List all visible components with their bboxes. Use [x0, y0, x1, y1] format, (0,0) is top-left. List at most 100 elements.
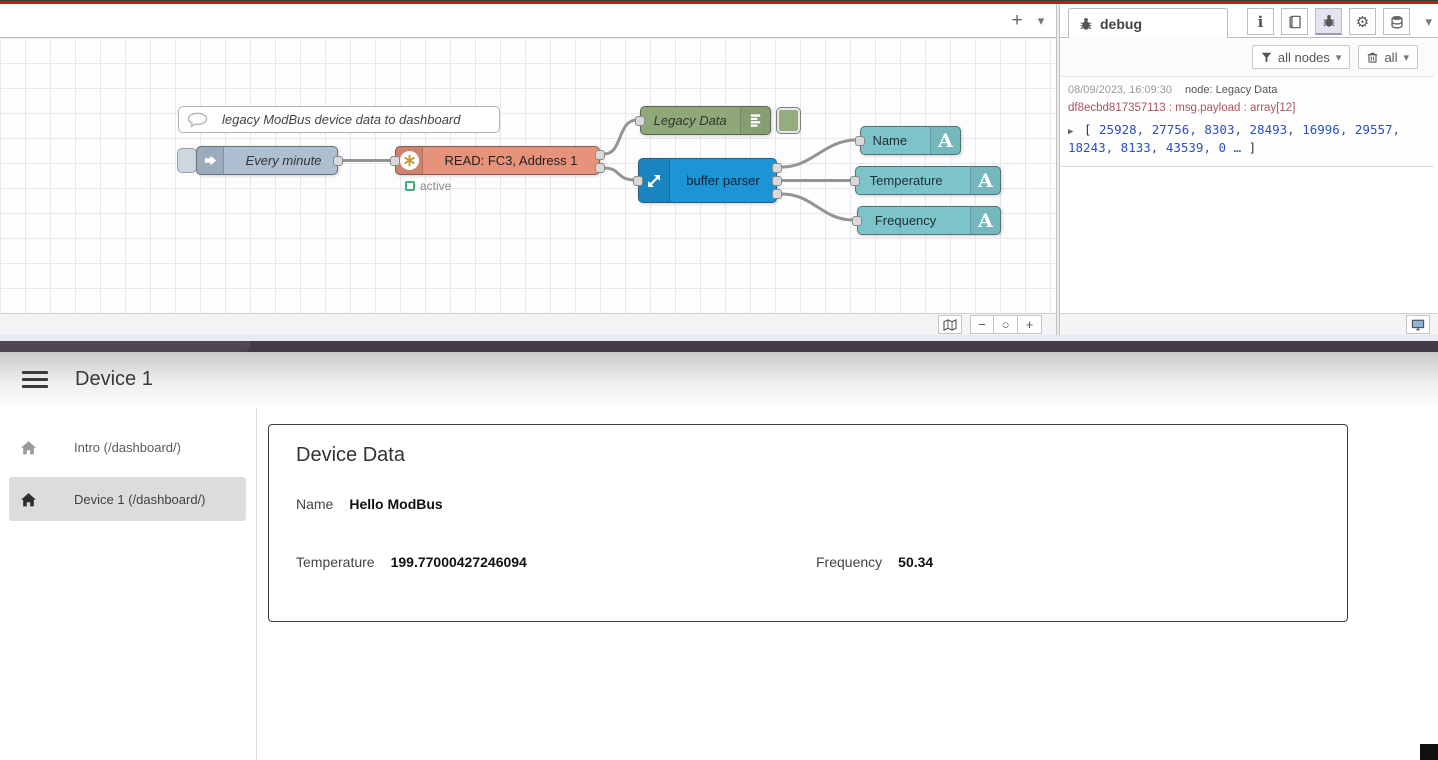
card-title: Device Data — [269, 425, 1347, 467]
dashboard-body: Intro (/dashboard/) Device 1 (/dashboard… — [0, 408, 1438, 760]
modbus-output-port-1[interactable] — [595, 150, 605, 160]
modbus-input-port[interactable] — [390, 156, 400, 166]
workspace-footer: − ○ + — [0, 313, 1056, 335]
tab-debug[interactable]: debug — [1068, 8, 1228, 38]
config-gear-tab-button[interactable]: ⚙ — [1349, 8, 1376, 35]
debug-message-meta: 08/09/2023, 16:09:30 node: Legacy Data — [1068, 84, 1426, 96]
menu-hamburger-icon[interactable] — [22, 371, 48, 389]
bug-icon — [1079, 17, 1093, 31]
modbus-status: active — [405, 179, 451, 193]
zoom-out-button[interactable]: − — [970, 315, 994, 334]
device-data-card: Device Data Name Hello ModBus Temperatur… — [268, 424, 1348, 622]
open-debug-window-button[interactable] — [1406, 315, 1430, 334]
debug-toolbar: all nodes ▾ all ▾ — [1060, 38, 1438, 76]
name-label: Name — [296, 496, 333, 512]
dashboard-header: Device 1 — [0, 352, 1438, 408]
flow-canvas[interactable]: legacy ModBus device data to dashboard E… — [0, 38, 1056, 313]
screen: + ▾ — [0, 0, 1438, 760]
inject-arrow-icon — [197, 147, 224, 174]
debug-clear-button[interactable]: all ▾ — [1358, 45, 1418, 69]
expand-caret-icon[interactable]: ▶ — [1068, 127, 1073, 137]
status-dot-icon — [405, 181, 415, 191]
sidebar-item-intro[interactable]: Intro (/dashboard/) — [9, 425, 246, 469]
filter-label: all nodes — [1278, 50, 1330, 65]
debug-footer — [1060, 313, 1438, 335]
parser-output-port-3[interactable] — [772, 189, 782, 199]
field-temperature: Temperature 199.77000427246094 — [269, 554, 808, 570]
filter-funnel-icon — [1261, 52, 1272, 63]
comment-node[interactable]: legacy ModBus device data to dashboard — [178, 106, 500, 133]
debug-node-legacy-data[interactable]: Legacy Data — [640, 106, 771, 135]
text-A-icon: A — [970, 167, 1000, 194]
debug-message[interactable]: 08/09/2023, 16:09:30 node: Legacy Data d… — [1060, 77, 1434, 167]
modbus-icon — [396, 147, 423, 174]
field-row-measurements: Temperature 199.77000427246094 Frequency… — [269, 554, 1347, 570]
status-label: active — [420, 179, 451, 193]
payload-numbers: 25928, 27756, 8303, 28493, 16996, 29557,… — [1068, 122, 1400, 155]
zoom-in-button[interactable]: + — [1018, 315, 1042, 334]
zoom-controls: − ○ + — [970, 315, 1042, 334]
node-red-editor: + ▾ — [0, 4, 1438, 341]
ui-text-temperature-label: Temperature — [870, 173, 943, 188]
window-corner — [1420, 744, 1438, 760]
workspace-pane: + ▾ — [0, 4, 1056, 335]
debug-timestamp: 08/09/2023, 16:09:30 — [1068, 84, 1172, 96]
debug-input-port[interactable] — [635, 116, 645, 126]
debug-sidebar: debug i — [1060, 4, 1438, 335]
info-tab-button[interactable]: i — [1247, 8, 1274, 35]
modbus-read-node[interactable]: READ: FC3, Address 1 — [395, 146, 600, 175]
dashboard-page-title: Device 1 — [75, 368, 153, 391]
field-name: Name Hello ModBus — [269, 496, 1347, 512]
speech-bubble-icon — [187, 112, 208, 128]
comment-label: legacy ModBus device data to dashboard — [222, 112, 461, 127]
debug-tab-button[interactable] — [1315, 8, 1342, 35]
zoom-reset-button[interactable]: ○ — [994, 315, 1018, 334]
sidebar-menu-caret-icon[interactable]: ▾ — [1425, 14, 1432, 30]
ui-text-frequency-label: Frequency — [875, 213, 936, 228]
clear-label: all — [1384, 50, 1397, 65]
sidebar-item-device-1[interactable]: Device 1 (/dashboard/) — [9, 477, 246, 521]
debug-filter-button[interactable]: all nodes ▾ — [1252, 45, 1351, 69]
debug-enable-toggle[interactable] — [776, 107, 801, 134]
debug-payload[interactable]: ▶ [ 25928, 27756, 8303, 28493, 16996, 29… — [1068, 121, 1426, 157]
ui-text-node-frequency[interactable]: Frequency A — [857, 206, 1001, 235]
temperature-label: Temperature — [296, 554, 375, 570]
ui-text-name-label: Name — [872, 133, 907, 148]
name-input-port[interactable] — [855, 136, 865, 146]
temperature-input-port[interactable] — [850, 176, 860, 186]
tab-debug-label: debug — [1100, 16, 1142, 32]
navigator-map-button[interactable] — [938, 315, 962, 334]
buffer-parser-label: buffer parser — [686, 173, 759, 188]
text-A-icon: A — [970, 207, 1000, 234]
trash-icon — [1367, 51, 1378, 63]
debug-source-node: node: Legacy Data — [1185, 84, 1277, 96]
ui-text-node-temperature[interactable]: Temperature A — [855, 166, 1001, 195]
temperature-value: 199.77000427246094 — [391, 554, 527, 570]
debug-levels-icon — [740, 107, 770, 134]
debug-node-label: Legacy Data — [648, 113, 727, 128]
flow-list-caret-icon[interactable]: ▾ — [1028, 8, 1054, 34]
ui-text-node-name[interactable]: Name A — [860, 126, 961, 155]
frequency-input-port[interactable] — [852, 216, 862, 226]
parser-output-port-2[interactable] — [772, 176, 782, 186]
name-value: Hello ModBus — [349, 496, 442, 512]
inject-trigger-button[interactable] — [177, 148, 197, 173]
parser-input-port[interactable] — [633, 176, 643, 186]
parser-output-port-1[interactable] — [772, 163, 782, 173]
help-book-tab-button[interactable] — [1281, 8, 1308, 35]
buffer-parser-node[interactable]: buffer parser — [638, 158, 777, 203]
frequency-value: 50.34 — [898, 554, 933, 570]
inject-node[interactable]: Every minute — [196, 146, 338, 175]
sidebar-item-device-1-label: Device 1 (/dashboard/) — [74, 492, 206, 507]
home-icon — [20, 440, 37, 455]
inject-label: Every minute — [240, 153, 322, 168]
context-data-tab-button[interactable] — [1383, 8, 1410, 35]
debug-tabbar: debug i — [1060, 4, 1438, 38]
home-icon — [20, 492, 37, 507]
debug-message-list[interactable]: 08/09/2023, 16:09:30 node: Legacy Data d… — [1060, 76, 1434, 313]
browser-tab-hint — [0, 341, 250, 352]
modbus-output-port-2[interactable] — [595, 163, 605, 173]
add-flow-button[interactable]: + — [1004, 8, 1030, 34]
inject-output-port[interactable] — [333, 156, 343, 166]
expand-arrows-icon — [639, 159, 670, 202]
